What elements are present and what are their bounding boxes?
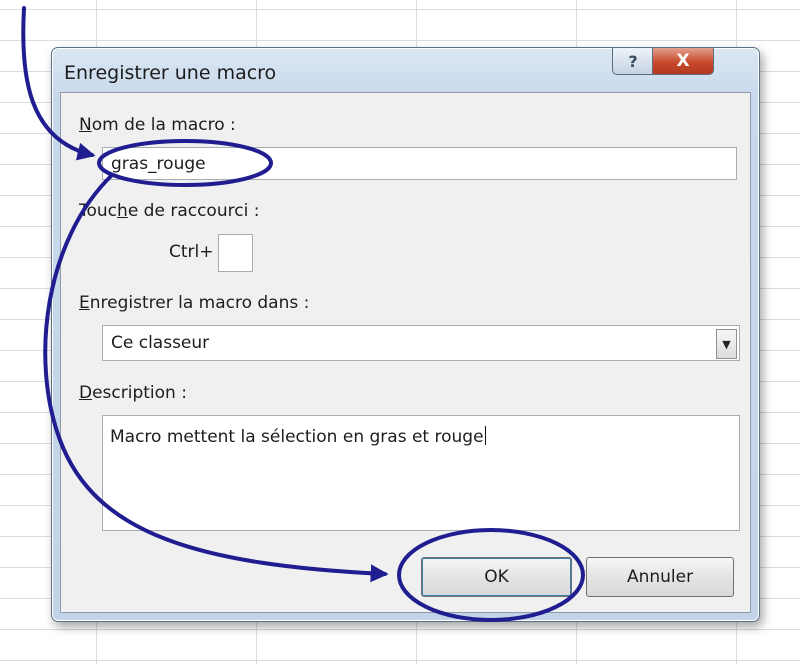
shortcut-key-input[interactable] bbox=[218, 234, 253, 272]
text-caret bbox=[484, 426, 486, 445]
ok-button[interactable]: OK bbox=[421, 557, 572, 597]
cancel-button[interactable]: Annuler bbox=[586, 557, 734, 597]
description-text: Macro mettent la sélection en gras et ro… bbox=[110, 427, 484, 447]
description-label: Description : bbox=[79, 383, 187, 403]
close-icon: X bbox=[676, 51, 690, 71]
help-button[interactable]: ? bbox=[612, 48, 654, 75]
macro-name-input[interactable]: gras_rouge bbox=[102, 147, 737, 180]
dialog-title: Enregistrer une macro bbox=[64, 62, 277, 84]
help-icon: ? bbox=[628, 51, 638, 71]
close-button[interactable]: X bbox=[652, 48, 714, 75]
macro-name-label: Nom de la macro : bbox=[79, 115, 236, 135]
record-macro-dialog: Enregistrer une macro ? X Nom de la macr… bbox=[51, 47, 760, 622]
shortcut-label: Touche de raccourci : bbox=[79, 201, 260, 221]
ctrl-prefix-label: Ctrl+ bbox=[169, 242, 214, 262]
store-macro-in-value: Ce classeur bbox=[111, 333, 210, 353]
dialog-body: Nom de la macro : gras_rouge Touche de r… bbox=[60, 92, 751, 613]
store-macro-in-select[interactable]: Ce classeur ▼ bbox=[102, 325, 740, 361]
description-textarea[interactable]: Macro mettent la sélection en gras et ro… bbox=[102, 415, 740, 531]
store-macro-in-label: Enregistrer la macro dans : bbox=[79, 293, 310, 313]
dropdown-arrow-icon[interactable]: ▼ bbox=[716, 329, 737, 359]
